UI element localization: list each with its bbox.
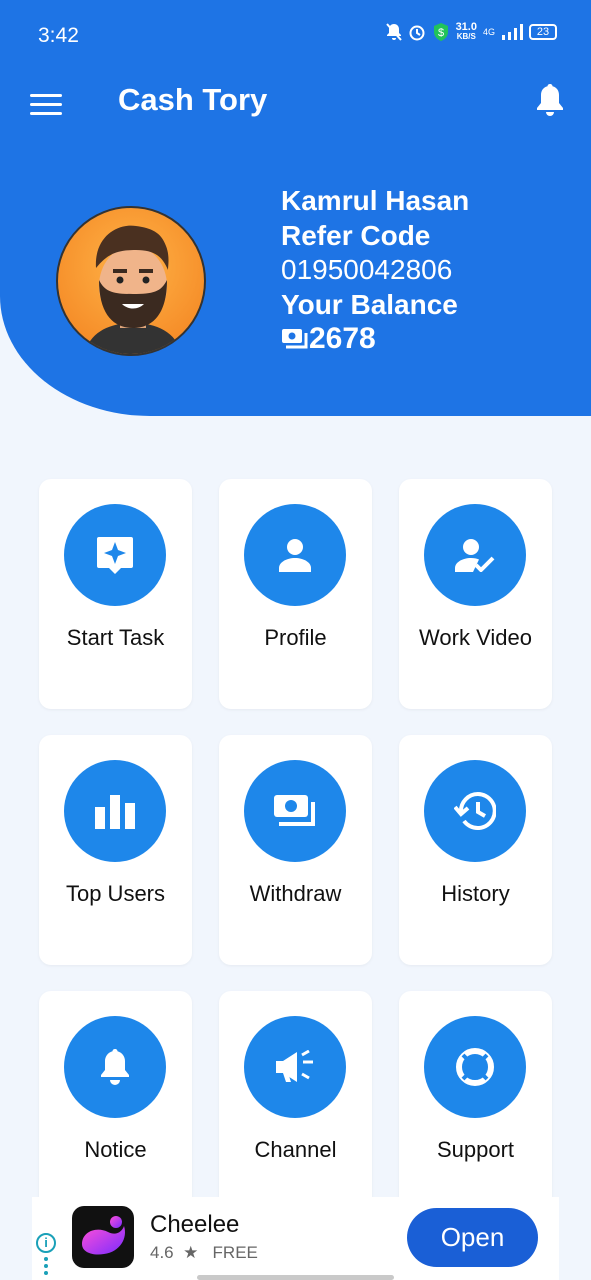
status-time: 3:42 <box>38 24 79 47</box>
home-indicator[interactable] <box>197 1275 394 1280</box>
profile-header: Kamrul Hasan Refer Code 01950042806 Your… <box>0 144 591 416</box>
user-name: Kamrul Hasan <box>281 185 470 216</box>
status-icons: $ 31.0 KB/S 4G 23 <box>385 21 557 42</box>
balance-label: Your Balance <box>281 288 458 320</box>
person-check-icon <box>455 539 495 572</box>
cash-icon <box>274 795 315 826</box>
card-label: Work Video <box>419 625 532 650</box>
mute-bell-icon <box>385 23 402 41</box>
avatar <box>56 206 206 356</box>
sparkle-chat-icon <box>97 537 133 574</box>
start-task-card[interactable]: Start Task <box>39 479 192 709</box>
history-icon <box>454 792 496 830</box>
cash-icon <box>282 329 308 349</box>
info-icon[interactable]: i <box>36 1233 56 1253</box>
refer-code-value: 01950042806 <box>281 254 453 285</box>
signal-icon <box>502 24 523 40</box>
bell-icon[interactable] <box>535 82 565 118</box>
top-users-card[interactable]: Top Users <box>39 735 192 965</box>
megaphone-icon <box>276 1050 313 1082</box>
work-video-card[interactable]: Work Video <box>399 479 552 709</box>
app-title: Cash Tory <box>118 82 268 117</box>
svg-text:$: $ <box>438 27 444 39</box>
shield-dollar-icon: $ <box>433 23 448 41</box>
history-card[interactable]: History <box>399 735 552 965</box>
card-label: Notice <box>84 1137 147 1162</box>
card-label: Start Task <box>66 625 165 650</box>
card-label: Withdraw <box>249 881 342 906</box>
channel-card[interactable]: Channel <box>219 991 372 1221</box>
balance-row: 2678 <box>281 322 469 357</box>
ad-banner[interactable]: i Cheelee 4.6 ★ FREE Open <box>32 1197 559 1280</box>
alarm-icon <box>409 25 425 41</box>
bell-icon <box>101 1049 129 1085</box>
card-label: Channel <box>254 1137 337 1162</box>
support-card[interactable]: Support <box>399 991 552 1221</box>
lifebuoy-icon <box>456 1048 494 1086</box>
notice-card[interactable]: Notice <box>39 991 192 1221</box>
ad-open-button[interactable]: Open <box>407 1208 538 1267</box>
ad-rating: 4.6 ★ FREE <box>150 1243 258 1262</box>
card-label: Top Users <box>65 881 166 906</box>
bar-chart-icon <box>95 795 135 829</box>
hamburger-menu-icon[interactable] <box>30 88 64 122</box>
app-bar: Cash Tory <box>0 72 591 144</box>
ad-app-name: Cheelee <box>150 1211 240 1238</box>
network-speed: 31.0 KB/S <box>455 21 477 42</box>
more-options-icon[interactable] <box>44 1257 48 1278</box>
star-icon: ★ <box>178 1243 208 1262</box>
person-icon <box>279 539 311 572</box>
ad-app-icon[interactable] <box>72 1206 134 1268</box>
status-bar: 3:42 $ 31.0 KB/S 4G 23 <box>0 0 591 72</box>
withdraw-card[interactable]: Withdraw <box>219 735 372 965</box>
card-label: History <box>441 881 510 906</box>
refer-code-label: Refer Code <box>281 219 431 251</box>
battery-icon: 23 <box>529 24 557 40</box>
network-type: 4G <box>482 27 495 37</box>
user-info: Kamrul Hasan Refer Code 01950042806 Your… <box>281 184 469 357</box>
card-label: Support <box>436 1137 515 1162</box>
profile-card[interactable]: Profile <box>219 479 372 709</box>
card-label: Profile <box>264 625 327 650</box>
balance-value: 2678 <box>309 322 376 355</box>
